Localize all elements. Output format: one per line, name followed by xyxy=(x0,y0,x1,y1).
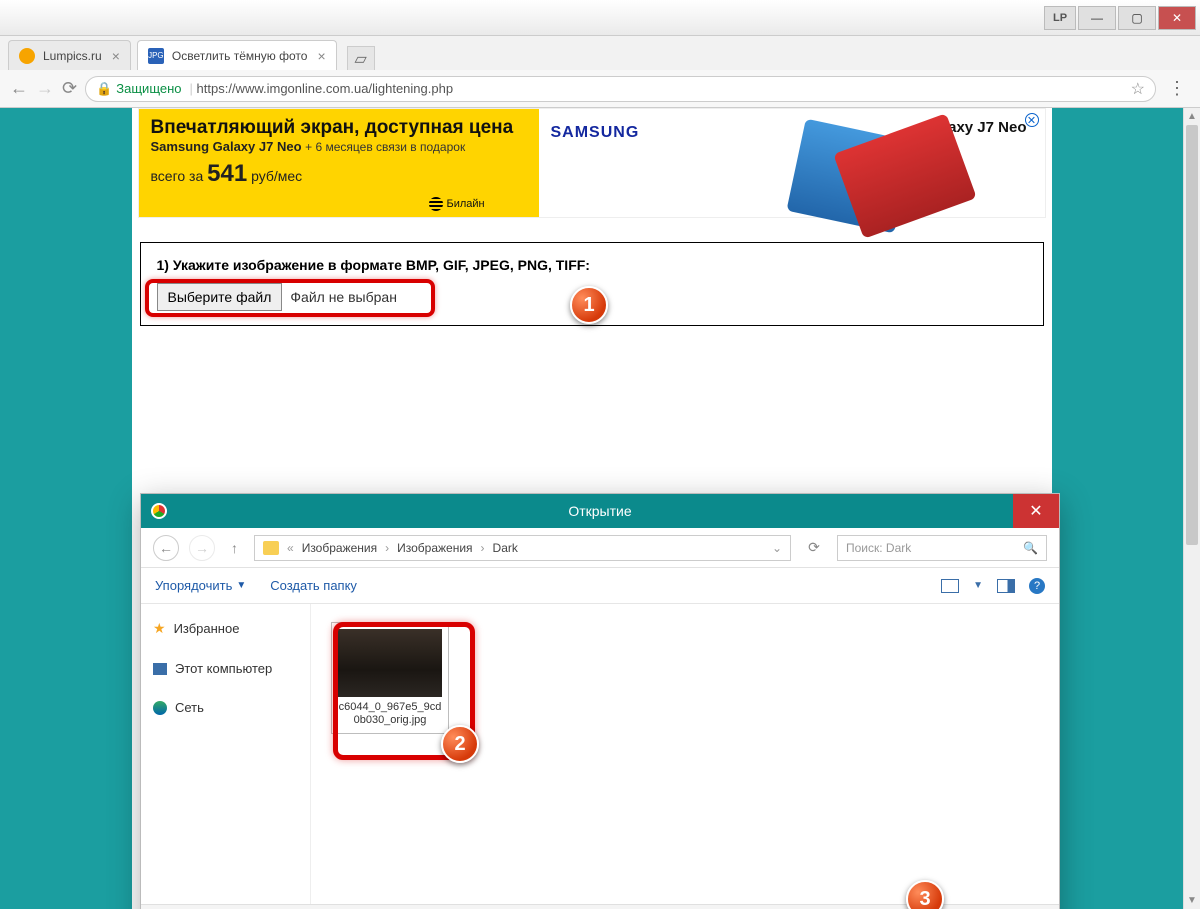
ad-beeline: Билайн xyxy=(429,197,485,211)
new-folder-button[interactable]: Создать папку xyxy=(270,578,357,593)
vertical-scrollbar[interactable]: ▲ ▼ xyxy=(1183,108,1200,909)
preview-pane-icon[interactable] xyxy=(997,579,1015,593)
ad-price-suffix: руб/мес xyxy=(251,168,302,184)
search-icon: 🔍 xyxy=(1023,541,1038,555)
browser-tabbar: Lumpics.ru × JPG Осветлить тёмную фото ×… xyxy=(0,36,1200,70)
view-mode-icon[interactable] xyxy=(941,579,959,593)
star-icon: ★ xyxy=(153,620,166,637)
ad-left: Впечатляющий экран, доступная цена Samsu… xyxy=(139,109,539,217)
scroll-down-icon[interactable]: ▼ xyxy=(1184,892,1200,909)
chevron-down-icon: ▼ xyxy=(236,580,246,591)
lp-button[interactable]: LP xyxy=(1044,6,1076,30)
ad-brand: Samsung Galaxy J7 Neo xyxy=(151,139,302,154)
dialog-search-input[interactable]: Поиск: Dark 🔍 xyxy=(837,535,1047,561)
dialog-back-button[interactable]: ← xyxy=(153,535,179,561)
favicon-icon: JPG xyxy=(148,48,164,64)
file-open-dialog: Открытие ✕ ← → ↑ « Изображения› Изображе… xyxy=(140,493,1060,909)
sidebar-item-label: Этот компьютер xyxy=(175,661,272,676)
dialog-toolbar: Упорядочить ▼ Создать папку ▼ ? xyxy=(141,568,1059,604)
chevron-down-icon[interactable]: ⌄ xyxy=(772,541,782,555)
chrome-icon xyxy=(151,503,167,519)
search-placeholder: Поиск: Dark xyxy=(846,541,911,555)
maximize-button[interactable]: ▢ xyxy=(1118,6,1156,30)
sidebar-item-favorites[interactable]: ★ Избранное xyxy=(149,614,302,643)
callout-badge-2: 2 xyxy=(441,725,479,763)
tab-label: Lumpics.ru xyxy=(43,49,102,63)
breadcrumb[interactable]: « Изображения› Изображения› Dark ⌄ xyxy=(254,535,791,561)
folder-icon xyxy=(263,541,279,555)
chevron-down-icon[interactable]: ▼ xyxy=(973,580,983,591)
ad-title: Впечатляющий экран, доступная цена xyxy=(151,117,527,139)
beeline-label: Билайн xyxy=(447,198,485,210)
new-tab-button[interactable]: ▱ xyxy=(347,46,375,70)
scroll-thumb[interactable] xyxy=(1186,125,1198,545)
url-text: https://www.imgonline.com.ua/lightening.… xyxy=(197,81,454,96)
lock-icon: 🔒 xyxy=(96,81,112,97)
step-title: 1) Укажите изображение в формате BMP, GI… xyxy=(157,257,1027,273)
reload-button[interactable]: ⟳ xyxy=(62,78,77,99)
url-field[interactable]: 🔒 Защищено | https://www.imgonline.com.u… xyxy=(85,76,1156,102)
window-close-button[interactable]: ✕ xyxy=(1158,6,1196,30)
forward-button[interactable]: → xyxy=(36,78,54,99)
tab-lumpics[interactable]: Lumpics.ru × xyxy=(8,40,131,70)
minimize-button[interactable]: — xyxy=(1078,6,1116,30)
window-titlebar: LP — ▢ ✕ xyxy=(0,0,1200,36)
callout-badge-1: 1 xyxy=(570,286,608,324)
dialog-body: ★ Избранное Этот компьютер Сеть c6044_0_9… xyxy=(141,604,1059,904)
sidebar-item-label: Сеть xyxy=(175,700,204,715)
organize-menu[interactable]: Упорядочить ▼ xyxy=(155,578,246,593)
pc-icon xyxy=(153,663,167,675)
tab-close-icon[interactable]: × xyxy=(317,48,325,64)
ad-subtitle: + 6 месяцев связи в подарок xyxy=(305,140,465,154)
refresh-button[interactable]: ⟳ xyxy=(801,539,827,556)
annotation-highlight xyxy=(145,279,435,317)
tab-imgonline[interactable]: JPG Осветлить тёмную фото × xyxy=(137,40,337,70)
file-list-area[interactable]: c6044_0_967e5_9cd0b030_orig.jpg xyxy=(311,604,1059,904)
favicon-icon xyxy=(19,48,35,64)
crumb-item[interactable]: Изображения xyxy=(302,541,377,555)
browser-menu-icon[interactable]: ⋮ xyxy=(1164,78,1190,99)
sidebar-item-network[interactable]: Сеть xyxy=(149,694,302,721)
ad-close-icon[interactable]: ✕ xyxy=(1025,113,1039,127)
help-icon[interactable]: ? xyxy=(1029,578,1045,594)
beeline-icon xyxy=(429,197,443,211)
back-button[interactable]: ← xyxy=(10,78,28,99)
network-icon xyxy=(153,701,167,715)
dialog-close-button[interactable]: ✕ xyxy=(1013,494,1059,528)
dialog-title: Открытие xyxy=(568,503,631,519)
bookmark-star-icon[interactable]: ☆ xyxy=(1131,79,1145,99)
sidebar-item-label: Избранное xyxy=(174,621,240,636)
ad-price-prefix: всего за xyxy=(151,168,204,184)
ad-banner[interactable]: Впечатляющий экран, доступная цена Samsu… xyxy=(138,108,1046,218)
crumb-item[interactable]: Dark xyxy=(493,541,518,555)
crumb-item[interactable]: Изображения xyxy=(397,541,472,555)
tab-label: Осветлить тёмную фото xyxy=(172,49,308,63)
viewport: Впечатляющий экран, доступная цена Samsu… xyxy=(0,108,1200,909)
dialog-up-button[interactable]: ↑ xyxy=(225,540,244,556)
secure-badge: 🔒 Защищено xyxy=(96,81,181,97)
dialog-nav: ← → ↑ « Изображения› Изображения› Dark ⌄… xyxy=(141,528,1059,568)
tab-close-icon[interactable]: × xyxy=(112,48,120,64)
dialog-sidebar: ★ Избранное Этот компьютер Сеть xyxy=(141,604,311,904)
page-background: Впечатляющий экран, доступная цена Samsu… xyxy=(0,108,1183,909)
scroll-track[interactable] xyxy=(1184,125,1200,892)
ad-price: 541 xyxy=(207,160,247,187)
address-bar: ← → ⟳ 🔒 Защищено | https://www.imgonline… xyxy=(0,70,1200,108)
samsung-logo: SAMSUNG xyxy=(551,124,640,142)
sidebar-item-thispc[interactable]: Этот компьютер xyxy=(149,655,302,682)
dialog-titlebar: Открытие ✕ xyxy=(141,494,1059,528)
secure-label: Защищено xyxy=(116,81,181,96)
dialog-forward-button[interactable]: → xyxy=(189,535,215,561)
ad-right: SAMSUNG Galaxy J7 Neo ✕ xyxy=(539,109,1045,217)
scroll-up-icon[interactable]: ▲ xyxy=(1184,108,1200,125)
